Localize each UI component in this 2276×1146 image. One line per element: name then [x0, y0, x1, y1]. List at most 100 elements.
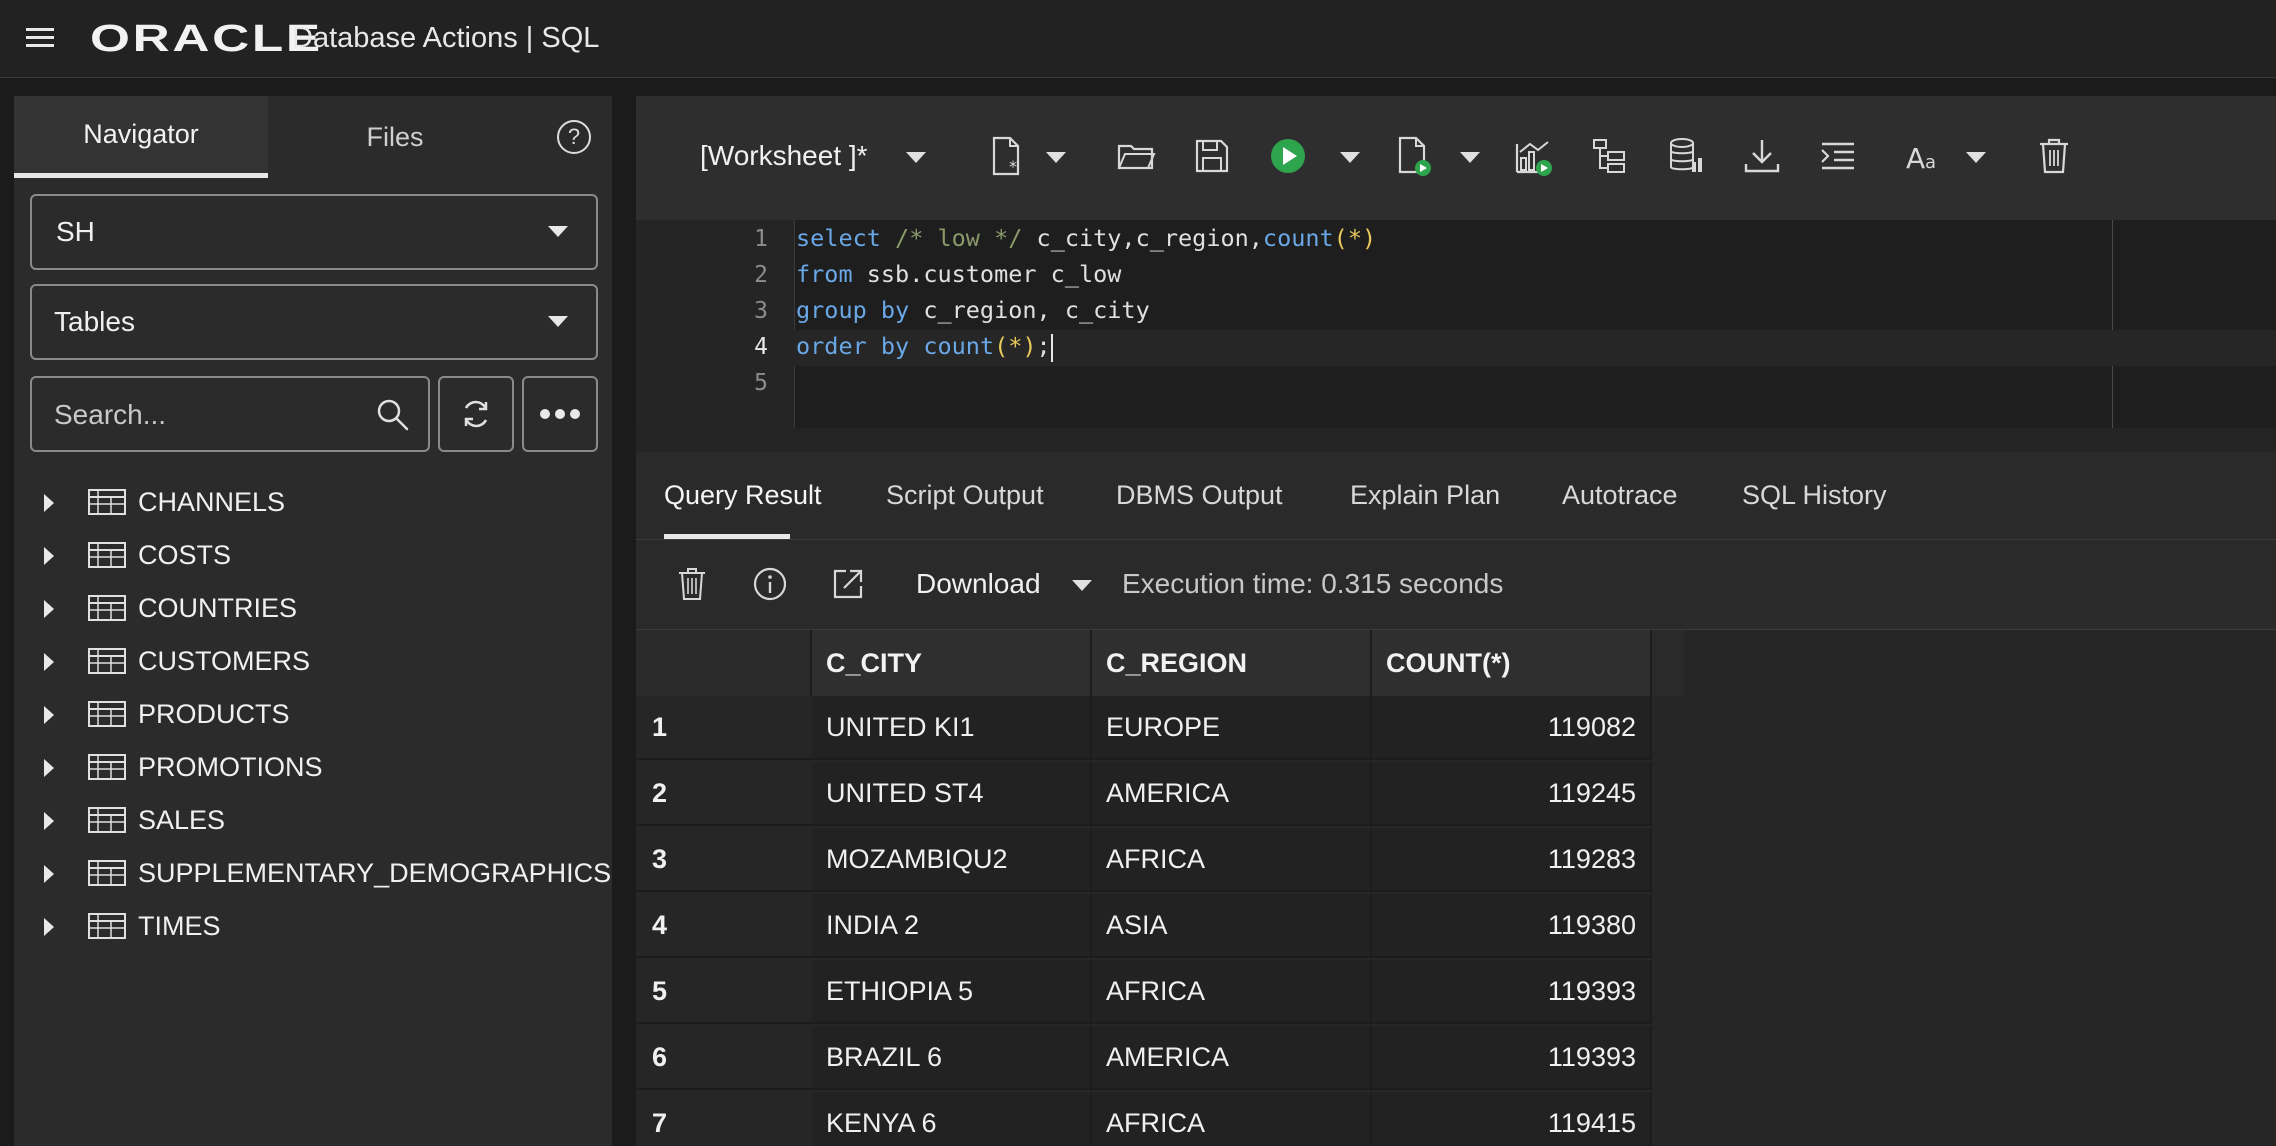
oracle-logo: ORACLE [90, 18, 323, 60]
download-chevron-icon[interactable] [1072, 580, 1092, 591]
tree-item-times[interactable]: TIMES [14, 900, 612, 953]
search-input[interactable] [54, 396, 364, 434]
run-chevron-icon[interactable] [1340, 152, 1360, 163]
cell-region[interactable]: ASIA [1092, 894, 1372, 958]
cell-city[interactable]: INDIA 2 [812, 894, 1092, 958]
font-size-icon[interactable]: A a [1902, 134, 1946, 178]
expand-arrow-icon[interactable] [44, 705, 54, 724]
cell-count[interactable]: 119082 [1372, 696, 1652, 760]
column-header-c-city[interactable]: C_CITY [812, 630, 1092, 696]
table-icon [88, 542, 126, 568]
cell-region[interactable]: AFRICA [1092, 1092, 1372, 1146]
expand-arrow-icon[interactable] [44, 811, 54, 830]
cell-city[interactable]: KENYA 6 [812, 1092, 1092, 1146]
cell-city[interactable]: UNITED ST4 [812, 762, 1092, 826]
download-button[interactable]: Download [916, 568, 1041, 600]
cell-city[interactable]: BRAZIL 6 [812, 1026, 1092, 1090]
cell-count[interactable]: 119393 [1372, 960, 1652, 1024]
cell-count[interactable]: 119393 [1372, 1026, 1652, 1090]
format-icon[interactable] [1816, 134, 1860, 178]
cell-region[interactable]: AFRICA [1092, 828, 1372, 892]
code-text: ; [1036, 332, 1051, 360]
font-size-chevron-icon[interactable] [1966, 152, 1986, 163]
new-worksheet-chevron-icon[interactable] [1046, 152, 1066, 163]
cell-city[interactable]: MOZAMBIQU2 [812, 828, 1092, 892]
sql-editor[interactable]: 1 2 3 4 5 select /* low */ c_city,c_regi… [636, 220, 2276, 428]
tree-item-sales[interactable]: SALES [14, 794, 612, 847]
column-header-count[interactable]: COUNT(*) [1372, 630, 1652, 696]
cell-count[interactable]: 119245 [1372, 762, 1652, 826]
cell-region[interactable]: EUROPE [1092, 696, 1372, 760]
tree-item-costs[interactable]: COSTS [14, 529, 612, 582]
tab-files[interactable]: Files [268, 96, 522, 178]
run-statement-icon[interactable] [1266, 134, 1310, 178]
cell-city[interactable]: UNITED KI1 [812, 696, 1092, 760]
line-number-active: 4 [754, 334, 768, 360]
expand-arrow-icon[interactable] [44, 546, 54, 565]
tab-sql-history[interactable]: SQL History [1742, 480, 1887, 511]
table-icon [88, 701, 126, 727]
row-number: 5 [636, 960, 812, 1024]
cell-region[interactable]: AMERICA [1092, 1026, 1372, 1090]
search-icon[interactable] [376, 398, 410, 432]
tree-item-channels[interactable]: CHANNELS [14, 476, 612, 529]
database-icon[interactable] [1664, 134, 1708, 178]
tree-item-products[interactable]: PRODUCTS [14, 688, 612, 741]
new-worksheet-icon[interactable]: * [984, 134, 1028, 178]
tab-explain-plan[interactable]: Explain Plan [1350, 480, 1500, 511]
worksheet-panel: [Worksheet ]* * A a 1 2 3 4 5 select /* … [636, 96, 2276, 1146]
svg-text:a: a [1925, 152, 1936, 173]
tab-query-result[interactable]: Query Result [664, 480, 822, 511]
code-text: c_region, c_city [923, 296, 1150, 324]
expand-arrow-icon[interactable] [44, 758, 54, 777]
expand-arrow-icon[interactable] [44, 599, 54, 618]
autotrace-icon[interactable] [1588, 134, 1632, 178]
help-icon[interactable]: ? [557, 120, 591, 154]
svg-text:A: A [1906, 142, 1925, 175]
cell-count[interactable]: 119415 [1372, 1092, 1652, 1146]
explain-plan-icon[interactable] [1512, 134, 1556, 178]
open-folder-icon[interactable] [1114, 134, 1158, 178]
schema-select[interactable]: SH [30, 194, 598, 270]
download-icon[interactable] [1740, 134, 1784, 178]
object-type-select-value: Tables [54, 306, 135, 337]
cell-count[interactable]: 119380 [1372, 894, 1652, 958]
tab-navigator[interactable]: Navigator [14, 96, 268, 178]
worksheet-menu-chevron-icon[interactable] [906, 152, 926, 163]
cell-region[interactable]: AFRICA [1092, 960, 1372, 1024]
cell-count[interactable]: 119283 [1372, 828, 1652, 892]
header-filler [1652, 630, 1684, 696]
trash-icon[interactable] [2032, 134, 2076, 178]
save-icon[interactable] [1190, 134, 1234, 178]
tab-autotrace[interactable]: Autotrace [1562, 480, 1678, 511]
tree-item-supplementary-demographics[interactable]: SUPPLEMENTARY_DEMOGRAPHICS [14, 847, 612, 900]
tree-item-promotions[interactable]: PROMOTIONS [14, 741, 612, 794]
cell-region[interactable]: AMERICA [1092, 762, 1372, 826]
print-margin [2112, 220, 2113, 428]
open-external-icon[interactable] [828, 564, 868, 604]
tab-script-output[interactable]: Script Output [886, 480, 1044, 511]
expand-arrow-icon[interactable] [44, 493, 54, 512]
search-field[interactable] [30, 376, 430, 452]
info-icon[interactable] [750, 564, 790, 604]
object-type-select[interactable]: Tables [30, 284, 598, 360]
table-icon [88, 754, 126, 780]
tree-item-customers[interactable]: CUSTOMERS [14, 635, 612, 688]
expand-arrow-icon[interactable] [44, 652, 54, 671]
tree-item-countries[interactable]: COUNTRIES [14, 582, 612, 635]
run-script-icon[interactable] [1392, 134, 1436, 178]
clear-results-trash-icon[interactable] [672, 564, 712, 604]
table-icon [88, 489, 126, 515]
more-options-button[interactable] [522, 376, 598, 452]
run-script-chevron-icon[interactable] [1460, 152, 1480, 163]
worksheet-title[interactable]: [Worksheet ]* [700, 140, 868, 172]
cell-city[interactable]: ETHIOPIA 5 [812, 960, 1092, 1024]
column-header-c-region[interactable]: C_REGION [1092, 630, 1372, 696]
expand-arrow-icon[interactable] [44, 917, 54, 936]
tab-dbms-output[interactable]: DBMS Output [1116, 480, 1283, 511]
hamburger-menu-icon[interactable] [26, 28, 54, 50]
code-keyword: group by [796, 296, 910, 324]
refresh-icon [464, 400, 488, 428]
expand-arrow-icon[interactable] [44, 864, 54, 883]
refresh-button[interactable] [438, 376, 514, 452]
